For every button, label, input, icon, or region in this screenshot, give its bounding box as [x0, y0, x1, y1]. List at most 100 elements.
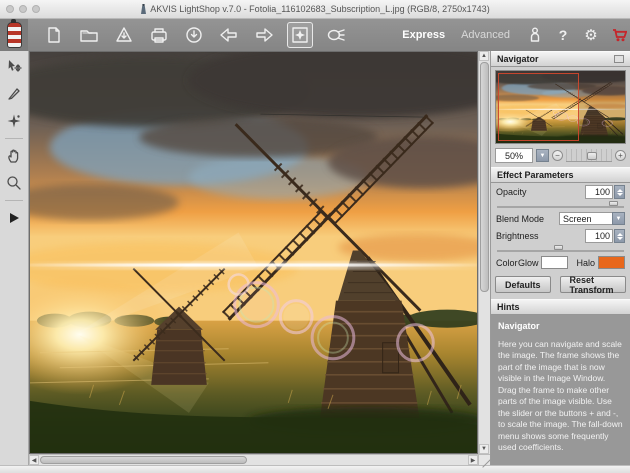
opacity-slider-thumb[interactable] [609, 201, 618, 206]
horizontal-scrollbar[interactable]: ◀ ▶ [29, 454, 478, 465]
open-file-button[interactable] [77, 23, 101, 47]
hint-heading: Navigator [498, 321, 623, 331]
hints-panel: Navigator Here you can navigate and scal… [491, 315, 630, 465]
play-icon [7, 211, 21, 225]
brightness-slider[interactable] [497, 245, 624, 252]
move-tool-icon [6, 59, 22, 75]
brightness-row: Brightness 100 [491, 227, 630, 245]
app-icon [140, 4, 147, 14]
tool-palette [0, 51, 29, 465]
halo-color-swatch[interactable] [598, 256, 625, 269]
new-document-icon [45, 26, 63, 44]
opacity-value-field[interactable]: 100 [585, 185, 613, 199]
vertical-scroll-thumb[interactable] [480, 62, 489, 292]
move-tool[interactable] [4, 57, 24, 77]
color-label: Color [496, 258, 518, 268]
zoom-in-button[interactable]: + [615, 150, 626, 161]
new-document-button[interactable] [42, 23, 66, 47]
color-row: Color Glow Halo [491, 254, 630, 271]
zoom-slider[interactable] [566, 149, 612, 162]
zoom-controls: 50% ▼ − + [491, 146, 630, 167]
blend-mode-row: Blend Mode Screen ▼ [491, 210, 630, 227]
brightness-label: Brightness [496, 231, 585, 241]
window-bottom-edge [0, 465, 630, 473]
scroll-up-arrow[interactable]: ▲ [479, 51, 489, 61]
redo-button[interactable] [252, 23, 276, 47]
pen-tool-icon [6, 86, 22, 102]
express-mode-tab[interactable]: Express [394, 29, 453, 41]
defaults-button[interactable]: Defaults [495, 276, 551, 293]
help-button[interactable]: ? [552, 24, 574, 46]
tool-separator [5, 200, 23, 201]
gear-icon: ⚙ [584, 28, 597, 43]
opacity-label: Opacity [496, 187, 585, 197]
glow-color-swatch[interactable] [541, 256, 568, 269]
blend-mode-value: Screen [559, 212, 612, 225]
vertical-scrollbar[interactable]: ▲ ▼ [478, 51, 490, 454]
pen-tool[interactable] [4, 84, 24, 104]
undo-icon [219, 27, 239, 43]
settings-panel: Navigator [490, 51, 630, 465]
profile-button[interactable] [524, 24, 546, 46]
brightness-slider-thumb[interactable] [554, 245, 563, 250]
resize-grip[interactable] [478, 454, 490, 465]
share-button[interactable] [324, 23, 348, 47]
import-button[interactable] [182, 23, 206, 47]
titlebar: AKVIS LightShop v.7.0 - Fotolia_11610268… [0, 0, 630, 19]
brightness-stepper[interactable] [614, 229, 625, 243]
window-title: AKVIS LightShop v.7.0 - Fotolia_11610268… [150, 4, 489, 14]
help-icon: ? [559, 28, 568, 42]
save-button[interactable] [112, 23, 136, 47]
image-canvas[interactable] [29, 51, 478, 454]
hints-header: Hints [491, 299, 630, 315]
main-toolbar: Express Advanced ? ⚙ [0, 19, 630, 51]
navigator-thumbnail[interactable] [495, 70, 626, 144]
brightness-value-field[interactable]: 100 [585, 229, 613, 243]
blend-mode-select[interactable]: Screen ▼ [559, 212, 625, 225]
navigator-title: Navigator [497, 54, 539, 64]
scroll-left-arrow[interactable]: ◀ [29, 455, 39, 465]
open-file-icon [79, 26, 99, 44]
scroll-down-arrow[interactable]: ▼ [479, 444, 489, 454]
buy-button[interactable] [608, 24, 630, 46]
navigator-view-frame[interactable] [498, 73, 579, 141]
zoom-slider-thumb[interactable] [587, 152, 597, 160]
run-effect-button[interactable] [287, 22, 313, 48]
windmill-photo [30, 52, 477, 453]
blend-mode-dropdown-button[interactable]: ▼ [612, 212, 625, 225]
profile-icon [529, 27, 541, 43]
app-window: AKVIS LightShop v.7.0 - Fotolia_11610268… [0, 0, 630, 473]
flare-tool[interactable] [4, 111, 24, 131]
parameter-buttons: Defaults Reset Transform [491, 271, 630, 299]
opacity-stepper[interactable] [614, 185, 625, 199]
zoom-value-field[interactable]: 50% [495, 148, 533, 163]
buy-cart-icon [612, 29, 627, 42]
opacity-slider[interactable] [497, 201, 624, 208]
zoom-tool-icon [6, 175, 22, 191]
zoom-tool[interactable] [4, 173, 24, 193]
undo-button[interactable] [217, 23, 241, 47]
run-processing-button[interactable] [4, 208, 24, 228]
blend-mode-label: Blend Mode [496, 214, 559, 224]
akvis-logo [0, 19, 28, 51]
advanced-mode-tab[interactable]: Advanced [453, 29, 518, 41]
import-icon [185, 26, 203, 44]
hand-tool[interactable] [4, 146, 24, 166]
navigator-header: Navigator [491, 51, 630, 67]
flare-tool-icon [6, 113, 22, 129]
redo-icon [254, 27, 274, 43]
share-icon [326, 26, 346, 44]
preferences-button[interactable]: ⚙ [580, 24, 602, 46]
opacity-row: Opacity 100 [491, 183, 630, 201]
panel-options-icon[interactable] [614, 55, 624, 63]
horizontal-scroll-thumb[interactable] [40, 456, 247, 464]
scroll-right-arrow[interactable]: ▶ [468, 455, 478, 465]
print-button[interactable] [147, 23, 171, 47]
reset-transform-button[interactable]: Reset Transform [560, 276, 626, 293]
tool-separator [5, 138, 23, 139]
image-window: ▲ ▼ ◀ ▶ [29, 51, 490, 465]
zoom-dropdown-button[interactable]: ▼ [536, 149, 549, 162]
effect-parameters-title: Effect Parameters [497, 170, 574, 180]
glow-label: Glow [518, 258, 539, 268]
zoom-out-button[interactable]: − [552, 150, 563, 161]
